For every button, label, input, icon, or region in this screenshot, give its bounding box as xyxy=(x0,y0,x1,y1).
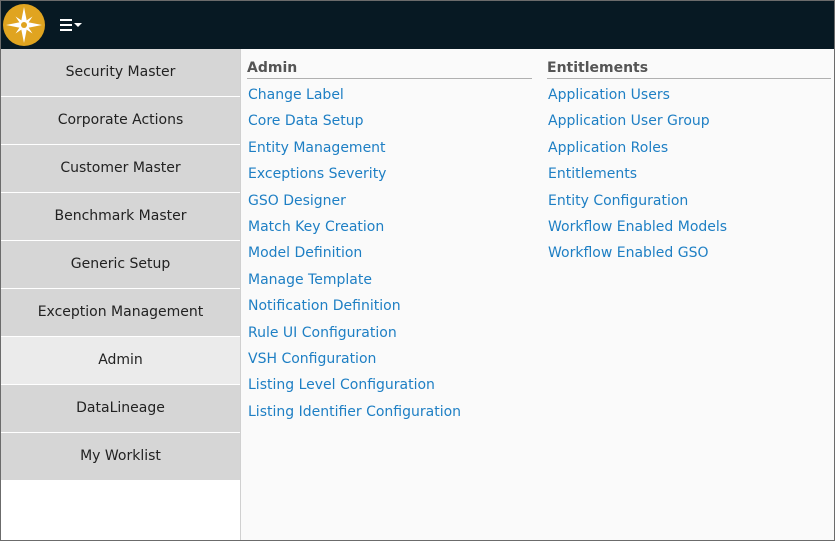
sidebar-item-customer-master[interactable]: Customer Master xyxy=(1,145,240,193)
main-content: Admin Change Label Core Data Setup Entit… xyxy=(241,49,834,540)
link-notification-definition[interactable]: Notification Definition xyxy=(247,293,532,319)
link-listing-level-configuration[interactable]: Listing Level Configuration xyxy=(247,372,532,398)
link-application-user-group[interactable]: Application User Group xyxy=(547,108,831,134)
sidebar-item-generic-setup[interactable]: Generic Setup xyxy=(1,241,240,289)
link-listing-identifier-configuration[interactable]: Listing Identifier Configuration xyxy=(247,399,532,425)
admin-column: Admin Change Label Core Data Setup Entit… xyxy=(247,59,532,425)
sidebar-item-my-worklist[interactable]: My Worklist xyxy=(1,433,240,481)
link-change-label[interactable]: Change Label xyxy=(247,82,532,108)
link-application-roles[interactable]: Application Roles xyxy=(547,135,831,161)
link-gso-designer[interactable]: GSO Designer xyxy=(247,188,532,214)
link-entity-management[interactable]: Entity Management xyxy=(247,135,532,161)
link-rule-ui-configuration[interactable]: Rule UI Configuration xyxy=(247,320,532,346)
sidebar: Security Master Corporate Actions Custom… xyxy=(1,49,241,540)
compass-star-icon[interactable] xyxy=(3,4,45,46)
link-match-key-creation[interactable]: Match Key Creation xyxy=(247,214,532,240)
sidebar-item-admin[interactable]: Admin xyxy=(1,337,240,385)
link-workflow-enabled-gso[interactable]: Workflow Enabled GSO xyxy=(547,240,831,266)
hamburger-dropdown-icon[interactable] xyxy=(59,16,85,34)
link-vsh-configuration[interactable]: VSH Configuration xyxy=(247,346,532,372)
entitlements-heading: Entitlements xyxy=(547,59,831,79)
sidebar-item-corporate-actions[interactable]: Corporate Actions xyxy=(1,97,240,145)
sidebar-item-exception-management[interactable]: Exception Management xyxy=(1,289,240,337)
link-workflow-enabled-models[interactable]: Workflow Enabled Models xyxy=(547,214,831,240)
sidebar-item-security-master[interactable]: Security Master xyxy=(1,49,240,97)
sidebar-item-benchmark-master[interactable]: Benchmark Master xyxy=(1,193,240,241)
entitlements-column: Entitlements Application Users Applicati… xyxy=(547,59,831,267)
link-application-users[interactable]: Application Users xyxy=(547,82,831,108)
sidebar-item-datalineage[interactable]: DataLineage xyxy=(1,385,240,433)
link-model-definition[interactable]: Model Definition xyxy=(247,240,532,266)
link-manage-template[interactable]: Manage Template xyxy=(247,267,532,293)
top-bar xyxy=(1,1,834,49)
admin-heading: Admin xyxy=(247,59,532,79)
app-window: Security Master Corporate Actions Custom… xyxy=(0,0,835,541)
link-entity-configuration[interactable]: Entity Configuration xyxy=(547,188,831,214)
link-exceptions-severity[interactable]: Exceptions Severity xyxy=(247,161,532,187)
link-core-data-setup[interactable]: Core Data Setup xyxy=(247,108,532,134)
link-entitlements[interactable]: Entitlements xyxy=(547,161,831,187)
